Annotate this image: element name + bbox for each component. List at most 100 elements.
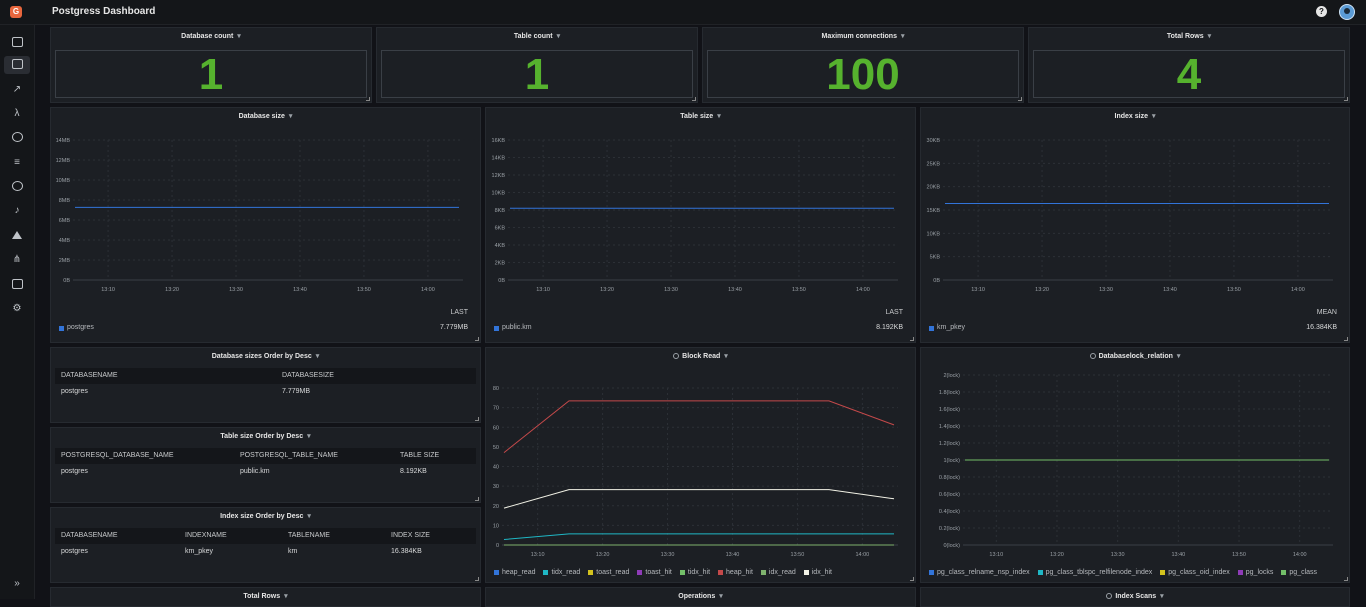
legend-item[interactable]: toast_hit [637,569,672,576]
panel-title-text: Table size Order by Desc [220,433,304,440]
chevron-down-icon[interactable]: ▾ [901,33,905,40]
stat-value: 4 [1176,50,1202,99]
legend-item[interactable]: heap_read [494,569,535,576]
panel-title[interactable]: Table size Order by Desc ▾ [51,432,480,440]
panel-title[interactable]: Table count ▾ [377,32,697,40]
legend-item[interactable]: tidx_read [543,569,580,576]
y-tick-label: 15KB [927,208,941,214]
x-tick-label: 13:30 [1111,552,1125,558]
explore-icon[interactable]: ↗ [4,81,30,99]
monitor-icon[interactable] [4,276,30,294]
panel-title[interactable]: Total Rows ▾ [1029,32,1349,40]
resize-handle[interactable] [1344,97,1348,101]
y-tick-label: 14MB [56,138,71,144]
stat-value: 100 [826,50,900,99]
legend-label: heap_read [502,569,536,576]
alarm-icon[interactable] [4,227,30,245]
legend-item[interactable]: idx_read [760,569,796,576]
stat-box: 1 [381,50,693,99]
resize-handle[interactable] [475,337,479,341]
y-tick-label: 0.2(lock) [939,526,960,532]
legend-row[interactable]: public.km 8.192KB [494,324,903,331]
chevron-down-icon[interactable]: ▾ [307,433,311,440]
legend-swatch [59,326,64,331]
resize-handle[interactable] [910,577,914,581]
bug-icon[interactable] [4,178,30,196]
panel-title[interactable]: Database count ▾ [51,32,371,40]
table-cell: 8.192KB [400,468,427,475]
chevron-down-icon[interactable]: ▾ [316,353,320,360]
column-header[interactable]: DATABASENAME [61,528,118,544]
chevron-down-icon[interactable]: ▾ [557,33,561,40]
legend-item[interactable]: pg_class_oid_index [1160,569,1230,576]
y-tick-label: 4MB [59,238,71,244]
column-header[interactable]: INDEX SIZE [391,528,430,544]
resize-handle[interactable] [692,97,696,101]
legend-swatch [543,569,549,575]
logs-icon[interactable]: ≡ [4,154,30,172]
topology-icon[interactable]: ⋔ [4,251,30,269]
dashboards-icon[interactable] [4,56,30,74]
help-icon[interactable]: ? [1316,6,1327,17]
search-icon[interactable] [4,129,30,147]
expand-sidebar-icon[interactable]: » [4,575,30,593]
panel-title-text: Index size Order by Desc [220,513,304,520]
y-tick-label: 50 [493,445,499,451]
resize-handle[interactable] [366,97,370,101]
legend-item[interactable]: heap_hit [718,569,753,576]
resize-handle[interactable] [910,337,914,341]
x-tick-label: 14:00 [1293,552,1307,558]
x-tick-label: 13:30 [229,287,243,293]
chevron-down-icon[interactable]: ▾ [307,513,311,520]
resize-handle[interactable] [1344,337,1348,341]
legend-row[interactable]: postgres 7.779MB [59,324,468,331]
column-header[interactable]: TABLENAME [288,528,330,544]
panel-title[interactable]: Maximum connections ▾ [703,32,1023,40]
legend-row[interactable]: km_pkey 16.384KB [929,324,1337,331]
legend-item[interactable]: pg_class_tblspc_relfilenode_index [1037,569,1152,576]
legend-item[interactable]: idx_hit [803,569,832,576]
grafana-logo-icon[interactable]: G [10,6,22,18]
block-read-panel: Block Read ▾ 0 10 20 30 40 50 60 70 80 13:10 13:20 1… [485,347,916,583]
resize-handle[interactable] [475,577,479,581]
legend-item[interactable]: pg_class_relname_nsp_index [929,569,1030,576]
column-header[interactable]: DATABASENAME [61,368,118,384]
table-cell: postgres [61,548,88,555]
column-header[interactable]: TABLE SIZE [400,448,439,464]
chevron-down-icon[interactable]: ▾ [1208,33,1212,40]
lambda-icon[interactable]: λ [4,105,30,123]
column-header[interactable]: DATABASESIZE [282,368,334,384]
legend-item[interactable]: pg_locks [1237,569,1273,576]
settings-gear-icon[interactable]: ⚙ [4,300,30,318]
x-tick-label: 14:00 [421,287,435,293]
column-header[interactable]: INDEXNAME [185,528,227,544]
alerts-bell-icon[interactable]: ♪ [4,202,30,220]
legend-item[interactable]: toast_read [588,569,629,576]
legend-item[interactable]: pg_class [1281,569,1317,576]
legend-series-value: 8.192KB [876,324,903,331]
column-header[interactable]: POSTGRESQL_TABLE_NAME [240,448,338,464]
x-tick-label: 13:10 [971,287,985,293]
legend-label: idx_read [768,569,796,576]
resize-handle[interactable] [1018,97,1022,101]
legend-item[interactable]: tidx_hit [679,569,710,576]
x-tick-label: 13:40 [293,287,307,293]
y-tick-label: 10MB [56,178,71,184]
resize-handle[interactable] [475,417,479,421]
column-header[interactable]: POSTGRESQL_DATABASE_NAME [61,448,174,464]
panel-title[interactable]: Database sizes Order by Desc ▾ [51,352,480,360]
databaselock-relation-panel: Databaselock_relation ▾ 0(lock) 0.2(lock) 0… [920,347,1350,583]
index-scans-panel: Index Scans ▾ [920,587,1350,607]
table-size-chart: 0B 2KB 4KB 6KB 8KB 10KB 12KB 14KB 16KB 13:10 13:20… [492,138,898,293]
home-icon[interactable] [4,34,30,52]
resize-handle[interactable] [1344,577,1348,581]
chevron-down-icon[interactable]: ▾ [237,33,241,40]
data-table: DATABASENAME DATABASESIZE postgres 7.779… [55,368,476,400]
table-cell: postgres [61,468,88,475]
info-icon[interactable] [1106,593,1113,600]
legend-swatch [637,569,643,575]
user-avatar-icon[interactable] [1339,4,1355,20]
panel-title[interactable]: Index size Order by Desc ▾ [51,512,480,520]
x-tick-label: 13:10 [101,287,115,293]
resize-handle[interactable] [475,497,479,501]
